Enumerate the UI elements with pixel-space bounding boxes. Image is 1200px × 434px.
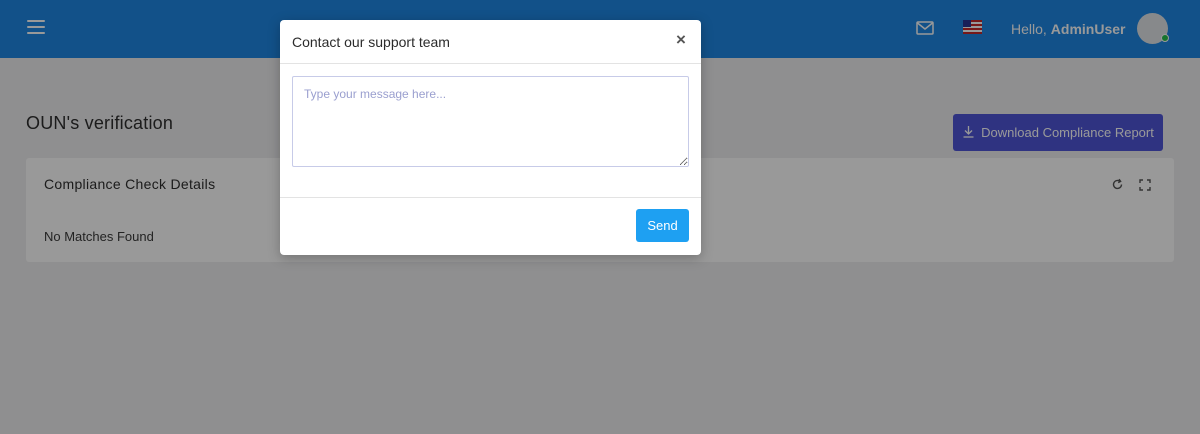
modal-footer-divider xyxy=(280,197,701,198)
contact-support-modal: Contact our support team × Send xyxy=(280,20,701,255)
message-textarea[interactable] xyxy=(292,76,689,167)
modal-header: Contact our support team × xyxy=(280,20,701,64)
modal-title: Contact our support team xyxy=(292,34,450,50)
send-button[interactable]: Send xyxy=(636,209,689,242)
close-icon[interactable]: × xyxy=(676,31,686,48)
